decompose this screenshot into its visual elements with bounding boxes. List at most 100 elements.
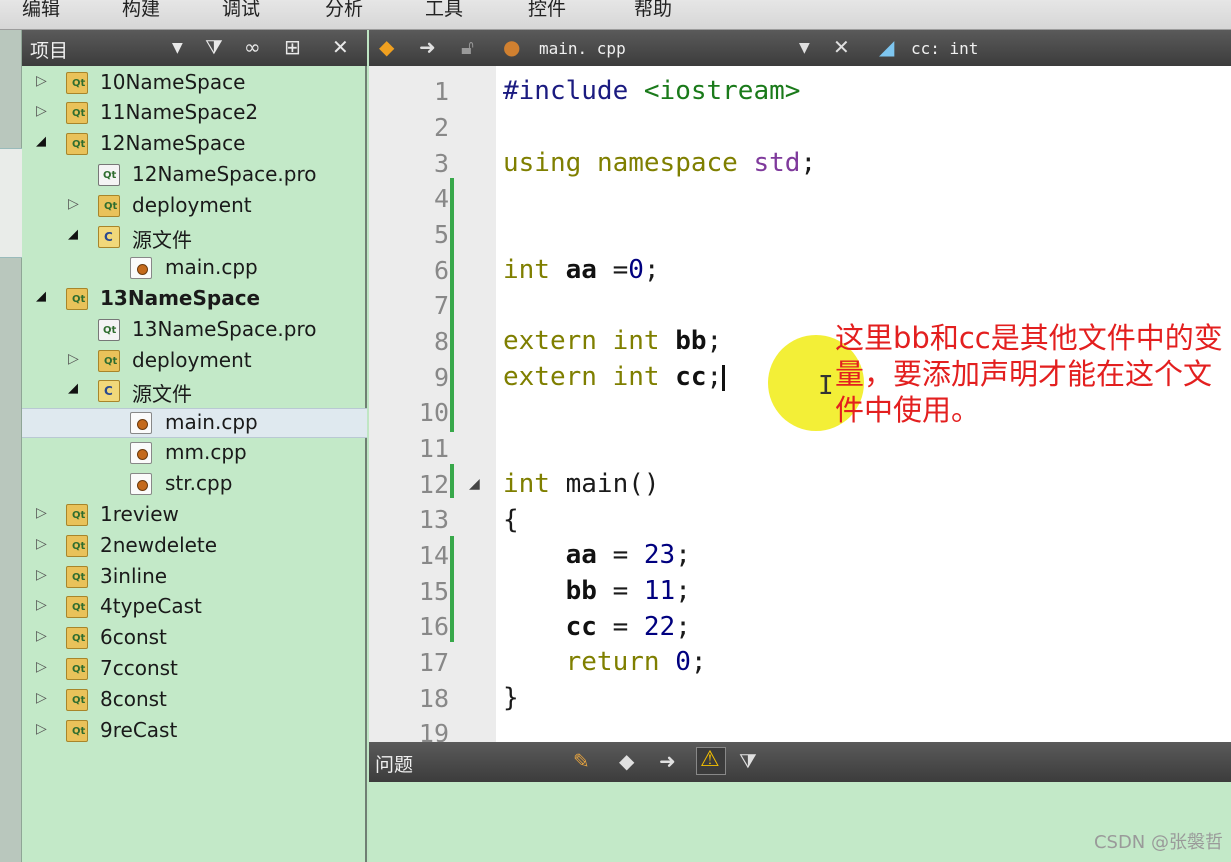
tree-item-label: 13NameSpace.pro bbox=[132, 317, 317, 341]
code-line: extern int bb; bbox=[503, 326, 722, 356]
collapse-arrow-icon[interactable]: ◢ bbox=[68, 381, 78, 396]
tree-item-folder[interactable]: ▷ deployment bbox=[22, 347, 367, 377]
expand-arrow-icon[interactable]: ▷ bbox=[68, 196, 79, 212]
editor-toolbar: ◆ ➜ 🔓︎ ● main. cpp ▼ ✕ ◢ cc: int bbox=[369, 30, 1231, 66]
expand-arrow-icon[interactable]: ▷ bbox=[36, 597, 47, 613]
fold-marker-icon[interactable]: ◢ bbox=[469, 476, 480, 492]
code-line: aa = 23; bbox=[503, 540, 691, 570]
function-signature: main() bbox=[565, 469, 660, 499]
tree-item-project[interactable]: ▷ 11NameSpace2 bbox=[22, 99, 367, 129]
code-editor[interactable]: 1 2 3 4 5 6 7 8 9 10 11 12 13 14 15 16 1… bbox=[369, 66, 1231, 742]
menu-edit[interactable]: 编辑 bbox=[22, 0, 60, 21]
pro-file-icon bbox=[98, 319, 120, 341]
expand-arrow-icon[interactable]: ▷ bbox=[36, 690, 47, 706]
lock-icon[interactable]: 🔓︎ bbox=[461, 35, 474, 59]
expand-arrow-icon[interactable]: ▷ bbox=[36, 721, 47, 737]
expand-arrow-icon[interactable]: ▷ bbox=[68, 351, 79, 367]
punctuation: ; bbox=[643, 255, 660, 285]
line-number: 13 bbox=[418, 505, 449, 534]
panel-dropdown-icon[interactable]: ▼ bbox=[172, 40, 183, 56]
punctuation: ; bbox=[690, 647, 707, 677]
qt-folder-icon bbox=[98, 195, 120, 217]
menu-bar: 编辑 构建 调试 分析 工具 控件 帮助 bbox=[0, 0, 1231, 30]
menu-help[interactable]: 帮助 bbox=[634, 0, 672, 21]
expand-arrow-icon[interactable]: ▷ bbox=[36, 536, 47, 552]
filter-icon[interactable]: ⧩ bbox=[739, 749, 757, 773]
file-dropdown-icon[interactable]: ▼ bbox=[799, 40, 810, 56]
split-panel-icon[interactable]: ⊞ bbox=[284, 35, 301, 59]
menu-tools[interactable]: 工具 bbox=[425, 0, 463, 21]
clear-issues-icon[interactable]: ✎ bbox=[573, 749, 590, 773]
expand-arrow-icon[interactable]: ▷ bbox=[36, 628, 47, 644]
expand-arrow-icon[interactable]: ▷ bbox=[36, 73, 47, 89]
issues-panel: CSDN @张褩哲 bbox=[369, 782, 1231, 862]
keyword: int bbox=[612, 326, 660, 356]
tree-item-project[interactable]: ▷ 1review bbox=[22, 501, 367, 531]
tree-item-file[interactable]: 12NameSpace.pro bbox=[22, 161, 367, 191]
keyword: int bbox=[503, 255, 550, 285]
link-editor-icon[interactable]: ∞ bbox=[244, 35, 261, 59]
qt-project-icon bbox=[66, 288, 88, 310]
tree-item-project[interactable]: ▷ 9reCast bbox=[22, 717, 367, 747]
change-marker bbox=[450, 536, 454, 642]
tree-item-file[interactable]: main.cpp bbox=[22, 254, 367, 284]
menu-controls[interactable]: 控件 bbox=[528, 0, 566, 21]
identifier: bb bbox=[565, 576, 597, 606]
tree-item-project[interactable]: ▷ 7cconst bbox=[22, 655, 367, 685]
close-file-icon[interactable]: ✕ bbox=[833, 35, 850, 59]
tree-item-file[interactable]: str.cpp bbox=[22, 470, 367, 500]
code-line: return 0; bbox=[503, 647, 707, 677]
open-file-name[interactable]: main. cpp bbox=[539, 39, 626, 58]
tree-item-folder[interactable]: ◢ 源文件 bbox=[22, 223, 367, 253]
prev-issue-icon[interactable]: ◆ bbox=[619, 749, 634, 773]
tree-item-project[interactable]: ◢ 13NameSpace bbox=[22, 285, 367, 315]
collapse-arrow-icon[interactable]: ◢ bbox=[68, 227, 78, 242]
symbol-selector[interactable]: cc: int bbox=[911, 39, 978, 58]
tree-item-project[interactable]: ▷ 3inline bbox=[22, 563, 367, 593]
menu-build[interactable]: 构建 bbox=[122, 0, 160, 21]
next-issue-icon[interactable]: ➜ bbox=[659, 749, 676, 773]
tree-item-project[interactable]: ▷ 8const bbox=[22, 686, 367, 716]
expand-arrow-icon[interactable]: ▷ bbox=[36, 567, 47, 583]
line-number: 19 bbox=[418, 719, 449, 742]
number-literal: 0 bbox=[628, 255, 644, 285]
qt-project-icon bbox=[66, 689, 88, 711]
identifier: cc bbox=[675, 362, 707, 392]
line-number: 2 bbox=[433, 113, 449, 142]
tree-item-label: deployment bbox=[132, 193, 252, 217]
tree-item-project[interactable]: ▷ 2newdelete bbox=[22, 532, 367, 562]
tree-item-folder[interactable]: ◢ 源文件 bbox=[22, 377, 367, 407]
expand-arrow-icon[interactable]: ▷ bbox=[36, 505, 47, 521]
punctuation: ; bbox=[800, 148, 817, 178]
watermark: CSDN @张褩哲 bbox=[1093, 832, 1223, 853]
forward-arrow-icon[interactable]: ➜ bbox=[419, 35, 436, 59]
close-panel-icon[interactable]: ✕ bbox=[332, 35, 349, 59]
tree-item-file-selected[interactable]: main.cpp bbox=[22, 408, 367, 438]
mode-sidebar-active-tab[interactable] bbox=[0, 148, 22, 258]
tree-item-project[interactable]: ▷ 4typeCast bbox=[22, 593, 367, 623]
warnings-filter-button[interactable]: ⚠ bbox=[696, 747, 726, 775]
change-marker bbox=[450, 464, 454, 498]
tree-item-project[interactable]: ◢ 12NameSpace bbox=[22, 130, 367, 160]
menu-analyze[interactable]: 分析 bbox=[325, 0, 363, 21]
i-beam-cursor-icon: I bbox=[818, 371, 834, 401]
qt-creator-window: 编辑 构建 调试 分析 工具 控件 帮助 项目 ▼ ⧩ ∞ ⊞ ✕ ▷ 10Na… bbox=[0, 0, 1231, 862]
tree-item-project[interactable]: ▷ 10NameSpace bbox=[22, 69, 367, 99]
collapse-arrow-icon[interactable]: ◢ bbox=[36, 134, 46, 149]
cpp-file-icon bbox=[130, 473, 152, 495]
line-number: 1 bbox=[433, 77, 449, 106]
back-arrow-icon[interactable]: ◆ bbox=[379, 35, 394, 59]
tree-item-file[interactable]: 13NameSpace.pro bbox=[22, 316, 367, 346]
annotation-text: 这里bb和cc是其他文件中的变量，要添加声明才能在这个文件中使用。 bbox=[835, 321, 1223, 427]
filter-icon[interactable]: ⧩ bbox=[205, 35, 223, 59]
code-line: } bbox=[503, 683, 519, 713]
tree-item-project[interactable]: ▷ 6const bbox=[22, 624, 367, 654]
collapse-arrow-icon[interactable]: ◢ bbox=[36, 289, 46, 304]
tree-item-label: 7cconst bbox=[100, 656, 178, 680]
tree-item-label: 3inline bbox=[100, 564, 168, 588]
tree-item-file[interactable]: mm.cpp bbox=[22, 439, 367, 469]
expand-arrow-icon[interactable]: ▷ bbox=[36, 103, 47, 119]
tree-item-folder[interactable]: ▷ deployment bbox=[22, 192, 367, 222]
expand-arrow-icon[interactable]: ▷ bbox=[36, 659, 47, 675]
menu-debug[interactable]: 调试 bbox=[222, 0, 260, 21]
